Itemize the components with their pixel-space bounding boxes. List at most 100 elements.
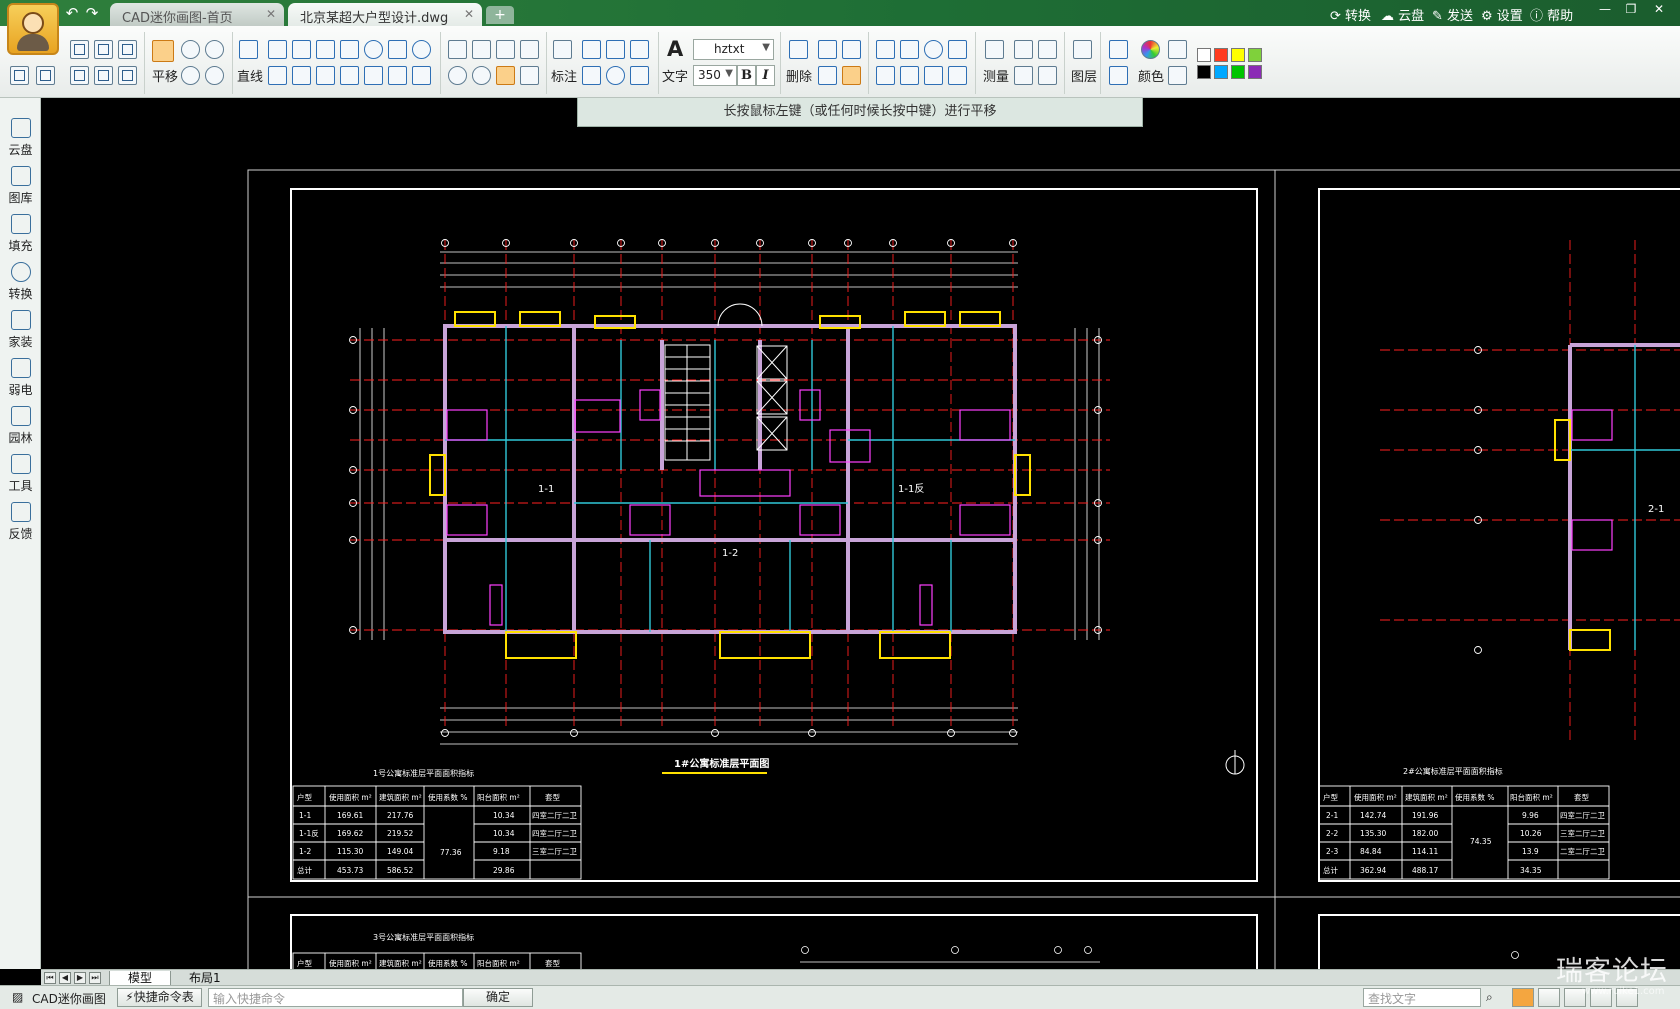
open-icon[interactable]	[70, 40, 89, 59]
swatch-white[interactable]	[1197, 48, 1211, 62]
area-icon[interactable]	[1014, 40, 1033, 59]
triangle-icon[interactable]	[268, 66, 287, 85]
stretch-icon[interactable]	[900, 66, 919, 85]
last-tab-icon[interactable]: ⏭	[89, 972, 101, 984]
line-type-icon[interactable]	[1109, 66, 1128, 85]
break-icon[interactable]	[520, 40, 539, 59]
fillet-icon[interactable]	[496, 40, 515, 59]
hatch-tool-icon[interactable]	[496, 66, 515, 85]
ellipse-icon[interactable]	[412, 40, 431, 59]
export-image-icon[interactable]	[118, 66, 137, 85]
close-icon[interactable]: ✕	[266, 7, 276, 21]
continue-dim-icon[interactable]	[630, 40, 649, 59]
close-window-icon[interactable]: ✕	[1646, 0, 1672, 18]
measure-icon[interactable]	[985, 40, 1004, 59]
close-icon[interactable]: ✕	[464, 7, 474, 21]
trapezoid-icon[interactable]	[388, 66, 407, 85]
back-icon[interactable]	[10, 66, 29, 85]
menu-send[interactable]: ✎ 发送	[1432, 5, 1473, 24]
spline-icon[interactable]	[340, 66, 359, 85]
angle-dim-icon[interactable]	[606, 40, 625, 59]
quick-cmd-button[interactable]: ⚡快捷命令表	[117, 988, 202, 1007]
sidebar-item-home-decor[interactable]: 家装	[2, 306, 39, 350]
layer-state-icon[interactable]	[1168, 40, 1187, 59]
save-as-icon[interactable]	[118, 40, 137, 59]
move-line-icon[interactable]	[316, 40, 335, 59]
trim-icon[interactable]	[472, 40, 491, 59]
paste-icon[interactable]	[818, 66, 837, 85]
redo-icon[interactable]: ↷	[84, 5, 100, 21]
insert-image-icon[interactable]	[520, 66, 539, 85]
tab-home[interactable]: CAD迷你画图-首页 ✕	[110, 3, 284, 26]
block-create-icon[interactable]	[1038, 66, 1057, 85]
font-size-select[interactable]: 350 ▼	[693, 65, 737, 86]
swatch-lime[interactable]	[1231, 65, 1245, 79]
command-input[interactable]: 输入快捷命令	[208, 988, 463, 1007]
tab-drawing[interactable]: 北京某超大户型设计.dwg ✕	[288, 3, 482, 26]
confirm-button[interactable]: 确定	[463, 988, 533, 1007]
tab-model[interactable]: 模型	[109, 971, 172, 986]
user-avatar[interactable]	[7, 3, 59, 55]
point-icon[interactable]	[448, 66, 467, 85]
match-prop-icon[interactable]	[842, 66, 861, 85]
circle-icon[interactable]	[364, 40, 383, 59]
sidebar-item-garden[interactable]: 园林	[2, 402, 39, 446]
font-name-select[interactable]: hztxt ▼	[693, 39, 774, 60]
new-icon[interactable]	[36, 66, 55, 85]
save-icon[interactable]	[94, 40, 113, 59]
zoom-out-icon[interactable]	[205, 40, 224, 59]
swatch-purple[interactable]	[1248, 65, 1262, 79]
sidebar-item-gallery[interactable]: 图库	[2, 162, 39, 206]
find-text-input[interactable]: 查找文字	[1363, 988, 1481, 1007]
drawing-canvas[interactable]: 1-1 1-1反 1-2 2-1 1#公寓标准层平面图 1号公寓标准层平面面积指…	[41, 98, 1680, 969]
bold-button[interactable]: B	[737, 65, 756, 86]
sidebar-item-low-voltage[interactable]: 弱电	[2, 354, 39, 398]
sidebar-item-cloud[interactable]: 云盘	[2, 114, 39, 158]
swatch-green[interactable]	[1248, 48, 1262, 62]
pdf-icon[interactable]	[94, 66, 113, 85]
menu-cloud[interactable]: ☁ 云盘	[1381, 5, 1424, 24]
undo-icon[interactable]: ↶	[64, 5, 80, 21]
swatch-black[interactable]	[1197, 65, 1211, 79]
zoom-in-icon[interactable]	[181, 40, 200, 59]
pan-icon[interactable]	[152, 40, 174, 62]
first-tab-icon[interactable]: ⏮	[44, 972, 56, 984]
minimize-icon[interactable]: —	[1592, 0, 1618, 18]
zoom-window-icon[interactable]	[181, 66, 200, 85]
prev-tab-icon[interactable]: ◀	[59, 972, 71, 984]
radius-dim-icon[interactable]	[606, 66, 625, 85]
sidebar-item-hatch[interactable]: 填充	[2, 210, 39, 254]
snap-toggle-icon[interactable]	[1512, 988, 1534, 1007]
offset-icon[interactable]	[876, 66, 895, 85]
block-insert-icon[interactable]	[1014, 66, 1033, 85]
search-icon[interactable]: ⌕	[1486, 990, 1493, 1005]
rotate-arrow-icon[interactable]	[292, 40, 311, 59]
layer-icon[interactable]	[1073, 40, 1092, 59]
sidebar-item-tools[interactable]: 工具	[2, 450, 39, 494]
coordinate-dim-icon[interactable]	[630, 66, 649, 85]
eraser-icon[interactable]	[789, 40, 808, 59]
ray-icon[interactable]	[412, 66, 431, 85]
add-tab-button[interactable]: +	[486, 6, 514, 24]
crosshair-icon[interactable]	[268, 40, 287, 59]
revcloud-icon[interactable]	[472, 66, 491, 85]
print-icon[interactable]	[70, 66, 89, 85]
mirror-icon[interactable]	[924, 66, 943, 85]
arc-icon[interactable]	[340, 40, 359, 59]
extend-icon[interactable]	[448, 40, 467, 59]
leader-icon[interactable]	[582, 66, 601, 85]
swatch-cyan[interactable]	[1214, 65, 1228, 79]
undo-edit-icon[interactable]	[842, 40, 861, 59]
next-tab-icon[interactable]: ▶	[74, 972, 86, 984]
parallelogram-icon[interactable]	[316, 66, 335, 85]
color-wheel-icon[interactable]	[1141, 40, 1160, 59]
rectangle-icon[interactable]	[388, 40, 407, 59]
zoom-extents-icon[interactable]	[205, 66, 224, 85]
tab-layout1[interactable]: 布局1	[171, 971, 239, 986]
text-icon[interactable]: A	[667, 37, 683, 61]
maximize-icon[interactable]: ❐	[1618, 0, 1644, 18]
line-weight-icon[interactable]	[1109, 40, 1128, 59]
swatch-yellow[interactable]	[1231, 48, 1245, 62]
menu-settings[interactable]: ⚙ 设置	[1481, 5, 1523, 24]
array-icon[interactable]	[948, 40, 967, 59]
